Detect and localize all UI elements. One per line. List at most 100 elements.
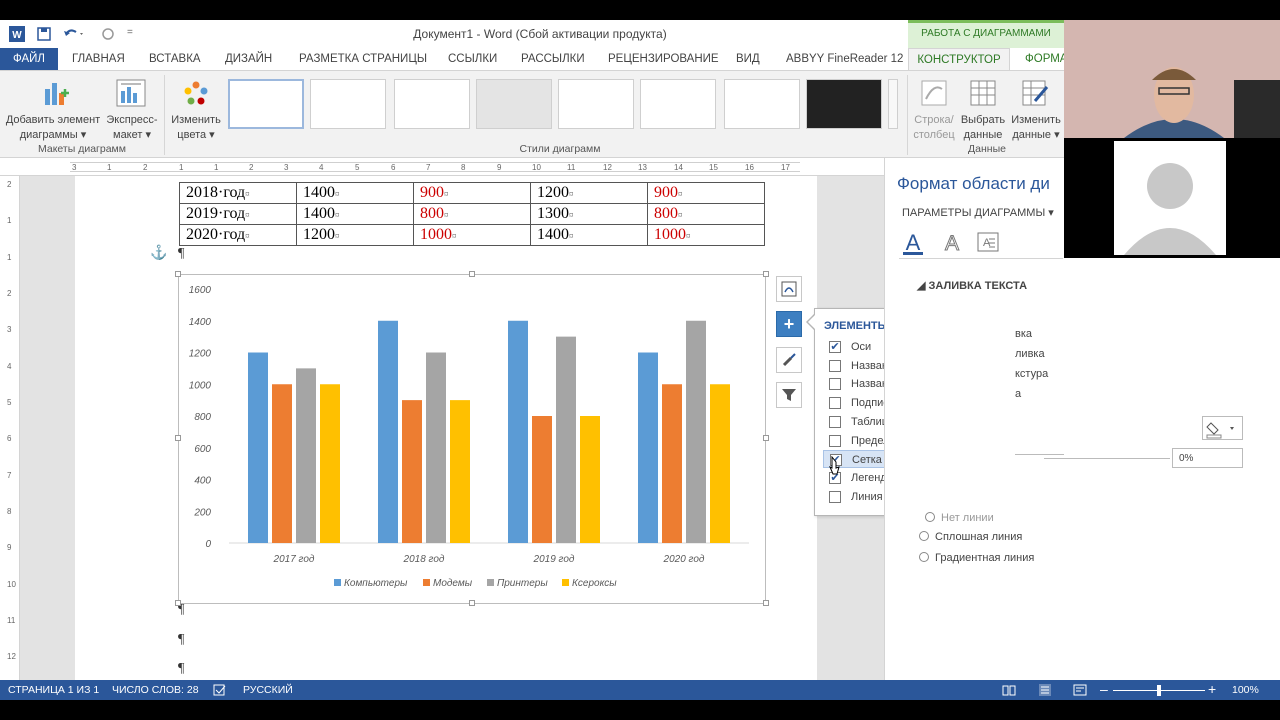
layout-options-button[interactable] (776, 276, 802, 302)
resize-handle[interactable] (469, 271, 475, 277)
change-colors-button[interactable]: Изменить цвета ▾ (168, 75, 224, 141)
chart-style-thumb[interactable] (310, 79, 386, 129)
print-layout-icon[interactable] (1038, 683, 1052, 697)
chart-style-thumb[interactable] (394, 79, 470, 129)
chart-styles-button[interactable] (776, 347, 802, 373)
chart-style-thumb[interactable] (724, 79, 800, 129)
horizontal-ruler[interactable]: 3 1 2 1 1 2 3 4 5 6 7 8 9 10 11 12 13 14 15 16 17 (0, 158, 884, 176)
gallery-scroll[interactable] (888, 79, 898, 129)
table-cell[interactable]: 1000¤ (413, 224, 531, 246)
quick-layout-button[interactable]: Экспресс- макет ▾ (104, 75, 160, 141)
zoom-level[interactable]: 100% (1232, 684, 1259, 696)
transparency-input[interactable]: 0% (1172, 448, 1243, 468)
chart-object[interactable]: 0 200 400 600 800 1000 1200 1400 1600 2017 год 201… (178, 274, 766, 604)
resize-handle[interactable] (175, 435, 181, 441)
tab-abbyy[interactable]: ABBYY FineReader 12 (786, 48, 903, 70)
zoom-out-button[interactable]: – (1100, 681, 1108, 697)
table-cell[interactable]: 1000¤ (647, 224, 765, 246)
text-fill-icon[interactable]: A (901, 230, 925, 256)
tab-file[interactable]: ФАЙЛ (0, 48, 58, 70)
checkbox[interactable] (829, 378, 841, 391)
tab-review[interactable]: РЕЦЕНЗИРОВАНИЕ (608, 48, 719, 70)
anchor-icon[interactable]: ⚓ (150, 244, 167, 261)
tab-design[interactable]: ДИЗАЙН (225, 48, 272, 70)
qat-customize-button[interactable]: = (127, 27, 133, 38)
checkbox[interactable] (829, 359, 841, 372)
table-cell[interactable]: 1200¤ (296, 224, 414, 246)
status-page[interactable]: СТРАНИЦА 1 ИЗ 1 (8, 684, 99, 696)
status-language[interactable]: РУССКИЙ (243, 684, 293, 696)
textbox-icon[interactable]: A (977, 232, 999, 252)
chart-options-dropdown[interactable]: ПАРАМЕТРЫ ДИАГРАММЫ ▾ (902, 206, 1054, 219)
checkbox[interactable] (829, 415, 841, 428)
chart-style-thumb[interactable] (476, 79, 552, 129)
line-option-none[interactable]: Нет линии (925, 512, 994, 524)
select-data-button[interactable]: Выбрать данные (958, 75, 1008, 141)
resize-handle[interactable] (175, 271, 181, 277)
table-cell[interactable]: 900¤ (647, 182, 765, 204)
text-fill-section-header[interactable]: ◢ ЗАЛИВКА ТЕКСТА (917, 279, 1027, 292)
data-table[interactable]: 2018·год¤ 1400¤ 900¤ 1200¤ 900¤ 2019·год¤ 1400… (179, 182, 765, 246)
table-cell[interactable]: 1300¤ (530, 203, 648, 225)
web-layout-icon[interactable] (1073, 684, 1087, 696)
read-mode-icon[interactable] (1002, 684, 1016, 696)
tab-insert[interactable]: ВСТАВКА (149, 48, 201, 70)
text-effects-icon[interactable]: A (941, 230, 963, 256)
status-word-count[interactable]: ЧИСЛО СЛОВ: 28 (112, 684, 199, 696)
table-cell[interactable]: 1400¤ (296, 182, 414, 204)
edit-data-button[interactable]: Изменить данные ▾ (1008, 75, 1064, 141)
table-cell[interactable]: 900¤ (413, 182, 531, 204)
table-cell[interactable]: 800¤ (413, 203, 531, 225)
tab-page-layout[interactable]: РАЗМЕТКА СТРАНИЦЫ (299, 48, 427, 70)
undo-icon[interactable] (62, 26, 86, 42)
zoom-slider-thumb[interactable] (1157, 685, 1161, 696)
resize-handle[interactable] (469, 600, 475, 606)
cell-text: 1400 (303, 184, 335, 201)
checkbox[interactable] (829, 490, 841, 503)
tab-chart-format[interactable]: ФОРМА (1025, 48, 1064, 70)
tab-references[interactable]: ССЫЛКИ (448, 48, 497, 70)
x-tick-label: 2017 год (273, 554, 315, 565)
resize-handle[interactable] (763, 271, 769, 277)
chart-style-thumb[interactable] (806, 79, 882, 129)
resize-handle[interactable] (763, 435, 769, 441)
line-option-gradient[interactable]: Градиентная линия (919, 552, 1034, 564)
checkbox[interactable] (829, 397, 841, 410)
tab-chart-design[interactable]: КОНСТРУКТОР (908, 48, 1010, 70)
ruler-mark: 11 (7, 616, 16, 625)
chart-style-thumb[interactable] (228, 79, 304, 129)
switch-row-column-button[interactable]: Строка/ столбец (910, 75, 958, 141)
save-icon[interactable] (36, 26, 52, 42)
proofing-icon[interactable] (213, 684, 227, 696)
add-chart-element-button[interactable]: Добавить элемент диаграммы ▾ (4, 75, 102, 141)
chart-elements-button[interactable]: + (776, 311, 802, 337)
resize-handle[interactable] (175, 600, 181, 606)
resize-handle[interactable] (763, 600, 769, 606)
table-cell[interactable]: 2018·год¤ (179, 182, 297, 204)
table-row: 2018·год¤ 1400¤ 900¤ 1200¤ 900¤ (179, 182, 765, 204)
checkbox[interactable] (829, 434, 841, 447)
y-tick-label: 1000 (189, 380, 212, 391)
chart-style-thumb[interactable] (640, 79, 716, 129)
table-cell[interactable]: 800¤ (647, 203, 765, 225)
table-cell[interactable]: 2020·год¤ (179, 224, 297, 246)
chart-style-thumb[interactable] (558, 79, 634, 129)
vertical-ruler[interactable]: 2 1 1 2 3 4 5 6 7 8 9 10 11 12 (0, 176, 20, 680)
word-app-icon[interactable]: W (8, 25, 26, 43)
redo-icon[interactable] (100, 26, 116, 42)
table-cell[interactable]: 2019·год¤ (179, 203, 297, 225)
tab-mailings[interactable]: РАССЫЛКИ (521, 48, 585, 70)
chart-filters-button[interactable] (776, 382, 802, 408)
transparency-slider-track[interactable] (1044, 458, 1170, 459)
line-option-solid[interactable]: Сплошная линия (919, 531, 1022, 543)
zoom-in-button[interactable]: + (1208, 681, 1216, 697)
table-cell[interactable]: 1200¤ (530, 182, 648, 204)
change-colors-icon (184, 81, 208, 105)
bar (710, 384, 730, 543)
table-cell[interactable]: 1400¤ (296, 203, 414, 225)
checkbox[interactable]: ✔ (829, 341, 841, 353)
table-cell[interactable]: 1400¤ (530, 224, 648, 246)
tab-view[interactable]: ВИД (736, 48, 760, 70)
tab-home[interactable]: ГЛАВНАЯ (72, 48, 125, 70)
fill-color-button[interactable] (1202, 416, 1243, 440)
